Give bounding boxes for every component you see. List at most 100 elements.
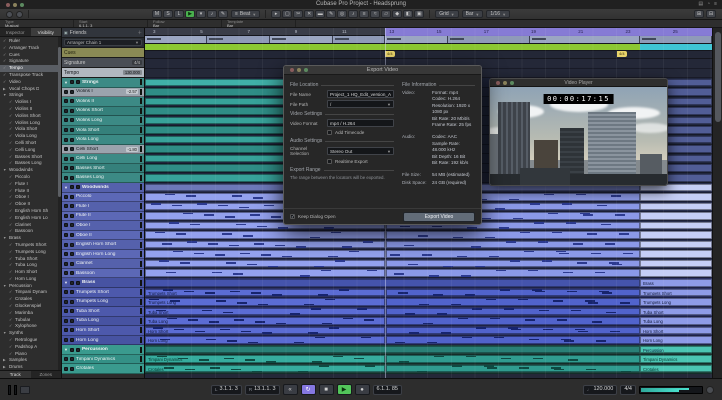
track-header[interactable]: Flute I bbox=[62, 202, 144, 212]
vertical-scrollbar[interactable] bbox=[712, 28, 722, 378]
tab-track[interactable]: Track bbox=[0, 371, 31, 378]
tool-button-12[interactable]: ◧ bbox=[403, 10, 414, 18]
visibility-item[interactable]: ✓ Oboe I bbox=[0, 194, 61, 201]
mute-button[interactable] bbox=[64, 89, 68, 94]
check-icon[interactable]: ✓ bbox=[9, 262, 13, 269]
tool-button-5[interactable]: ✎ bbox=[326, 10, 337, 18]
stop-button[interactable]: ■ bbox=[318, 384, 334, 395]
mute-button[interactable] bbox=[69, 185, 74, 190]
visibility-item[interactable]: ✓ Tempo bbox=[0, 65, 61, 72]
midi-region[interactable]: Percussion bbox=[640, 345, 712, 354]
check-icon[interactable]: ✓ bbox=[9, 269, 13, 276]
project-root-row[interactable]: ▣ Friends ＋ bbox=[62, 28, 144, 38]
tab-inspector[interactable]: Inspector bbox=[0, 28, 31, 36]
add-timecode-checkbox[interactable] bbox=[327, 130, 332, 135]
check-icon[interactable]: ✓ bbox=[9, 181, 13, 188]
midi-region[interactable] bbox=[640, 269, 712, 277]
track-header[interactable]: Timpani Dynamics bbox=[62, 354, 144, 365]
tool-button-7[interactable]: ♪ bbox=[348, 10, 359, 18]
quantize-dropdown[interactable]: 1/16 ▼ bbox=[486, 10, 511, 18]
info-cell[interactable]: Type Musical bbox=[0, 20, 74, 27]
midi-region[interactable] bbox=[640, 221, 712, 230]
check-icon[interactable]: ✓ bbox=[9, 126, 13, 133]
tool-button-8[interactable]: ≡ bbox=[359, 10, 370, 18]
check-icon[interactable]: ✓ bbox=[9, 113, 13, 120]
toolbar-circle-button[interactable] bbox=[16, 10, 23, 18]
solo-button[interactable] bbox=[70, 309, 74, 314]
signature-value[interactable]: 4/4 bbox=[132, 60, 142, 65]
arranger-section[interactable] bbox=[333, 36, 385, 43]
mute-button[interactable] bbox=[64, 118, 68, 123]
midi-region[interactable]: Trumpets Short bbox=[145, 288, 385, 297]
check-icon[interactable]: ✓ bbox=[9, 174, 13, 181]
chevron-down-icon[interactable]: ▼ bbox=[3, 167, 7, 174]
midi-region[interactable]: Brass bbox=[640, 278, 712, 287]
visibility-item[interactable]: ✓ Violins II bbox=[0, 106, 61, 113]
visibility-item[interactable]: ✓ Celli Long bbox=[0, 147, 61, 154]
solo-button[interactable] bbox=[70, 366, 74, 371]
check-icon[interactable]: ✓ bbox=[3, 45, 7, 52]
track-header[interactable]: Celli Long bbox=[62, 154, 144, 164]
solo-button[interactable] bbox=[70, 328, 74, 333]
check-icon[interactable]: ✓ bbox=[3, 79, 7, 86]
solo-button[interactable] bbox=[75, 280, 80, 285]
midi-region[interactable]: Trumpets Short bbox=[640, 288, 712, 297]
visibility-item[interactable]: ✓ Xylophone bbox=[0, 323, 61, 330]
tempo-track-header[interactable]: Tempo 130.000 bbox=[62, 68, 144, 78]
mute-button[interactable] bbox=[64, 290, 68, 295]
keyboard-icon[interactable] bbox=[20, 385, 30, 394]
midi-region[interactable]: Tuba Short bbox=[640, 307, 712, 316]
solo-button[interactable] bbox=[75, 347, 80, 352]
midi-region[interactable] bbox=[640, 202, 712, 211]
midi-region[interactable] bbox=[145, 345, 640, 354]
track-header[interactable]: Trumpets Long bbox=[62, 297, 144, 308]
visibility-item[interactable]: ✓ Marimba bbox=[0, 310, 61, 317]
mute-button[interactable] bbox=[64, 357, 68, 362]
mute-button[interactable] bbox=[64, 156, 68, 161]
folder-open-icon[interactable]: ▼ bbox=[64, 185, 68, 190]
visibility-item[interactable]: ▼ Synths bbox=[0, 330, 61, 337]
arranger-section[interactable] bbox=[270, 36, 333, 43]
tool-button-9[interactable]: ≈ bbox=[370, 10, 381, 18]
cues-track-header[interactable]: Cues bbox=[62, 48, 144, 58]
state-button-0[interactable]: M bbox=[152, 10, 162, 18]
visibility-item[interactable]: ✓ Horn Long bbox=[0, 276, 61, 283]
mute-button[interactable] bbox=[64, 213, 68, 218]
scrollbar-thumb[interactable] bbox=[715, 32, 721, 122]
visibility-item[interactable]: ✓ Celli Short bbox=[0, 140, 61, 147]
file-name-input[interactable]: Project_1 HQ_Edit_version_A bbox=[327, 90, 394, 98]
track-header[interactable]: Violins Short bbox=[62, 106, 144, 117]
visibility-item[interactable]: ✓ Tuba Long bbox=[0, 262, 61, 269]
solo-button[interactable] bbox=[70, 166, 74, 171]
midi-region[interactable]: Tuba Short bbox=[145, 307, 385, 316]
visibility-item[interactable]: ✓ Padshop A bbox=[0, 344, 61, 351]
signature-track-header[interactable]: Signature 4/4 bbox=[62, 58, 144, 68]
cycle-range[interactable] bbox=[385, 28, 712, 36]
folder-open-icon[interactable]: ▼ bbox=[64, 347, 68, 352]
timeline-ruler[interactable]: 3 5 7 9 11 13 15 17 19 21 23 25 bbox=[145, 28, 712, 36]
track-header[interactable]: English Horn Long bbox=[62, 249, 144, 260]
folder-open-icon[interactable]: ▼ bbox=[64, 80, 68, 85]
track-header[interactable]: Oboe I bbox=[62, 221, 144, 231]
visibility-item[interactable]: ✓ Signature bbox=[0, 58, 61, 65]
midi-region[interactable]: Timpani Dynamics bbox=[640, 355, 712, 363]
visibility-item[interactable]: ✓ Video bbox=[0, 79, 61, 86]
visibility-item[interactable]: ✓ Glockenspiel bbox=[0, 303, 61, 310]
mute-button[interactable] bbox=[64, 366, 68, 371]
track-header[interactable]: Horn Short bbox=[62, 326, 144, 336]
chevron-right-icon[interactable]: ▶ bbox=[3, 357, 7, 364]
check-icon[interactable]: ✓ bbox=[3, 58, 7, 65]
arranger-section[interactable] bbox=[640, 36, 712, 43]
check-icon[interactable]: ✓ bbox=[9, 344, 13, 351]
visibility-item[interactable]: ✓ Crotales bbox=[0, 296, 61, 303]
check-icon[interactable]: ✓ bbox=[9, 194, 13, 201]
mute-button[interactable] bbox=[64, 223, 68, 228]
mute-button[interactable] bbox=[64, 175, 68, 180]
go-to-start-button[interactable]: « bbox=[282, 384, 298, 395]
track-header[interactable]: Viola Long bbox=[62, 135, 144, 145]
mute-button[interactable] bbox=[64, 147, 68, 152]
track-header[interactable]: Tuba Short bbox=[62, 307, 144, 317]
mute-button[interactable] bbox=[64, 99, 68, 104]
midi-region[interactable] bbox=[640, 259, 712, 268]
solo-button[interactable] bbox=[75, 80, 80, 85]
